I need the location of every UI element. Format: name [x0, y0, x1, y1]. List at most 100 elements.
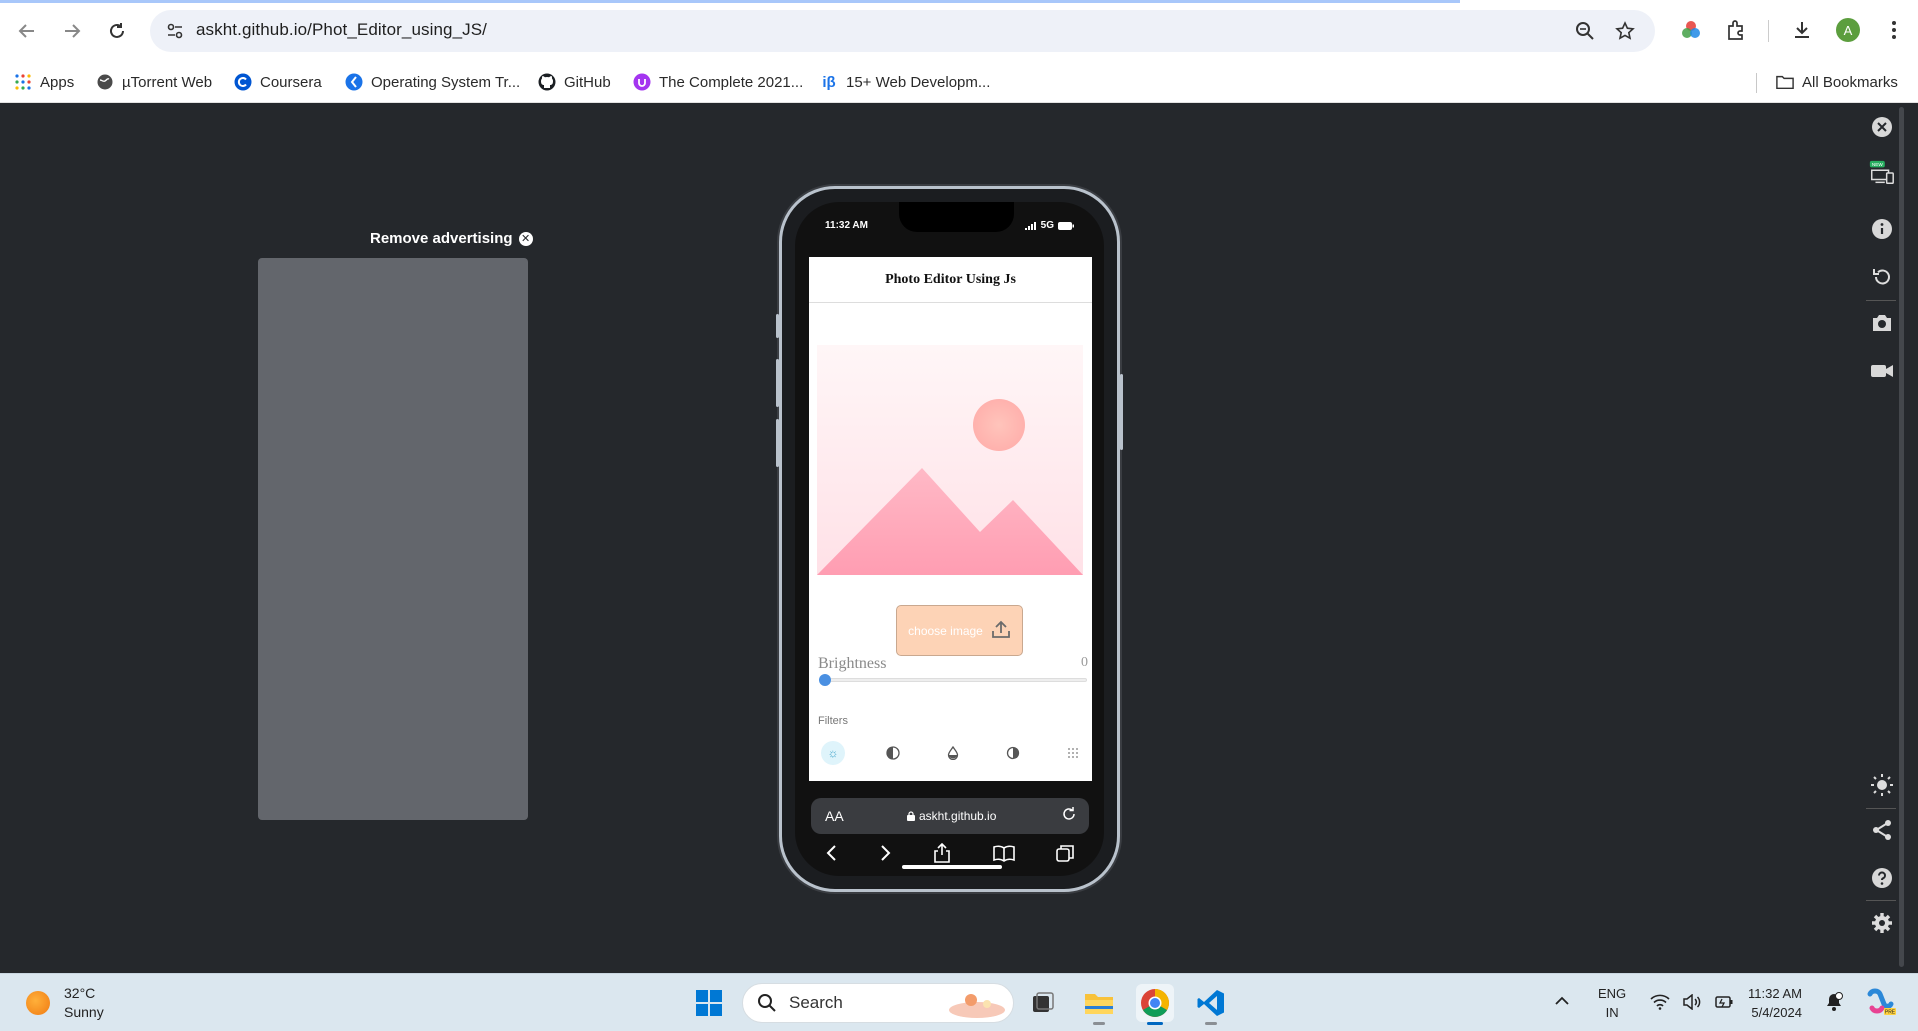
chevron-up-icon [1555, 996, 1569, 1005]
toolbar-divider [1866, 300, 1896, 301]
lock-icon [907, 811, 915, 821]
taskbar-file-explorer[interactable] [1080, 984, 1118, 1025]
back-button[interactable] [10, 14, 44, 48]
notification-bell-icon[interactable] [1824, 992, 1844, 1017]
bookmark-star-icon[interactable] [1613, 19, 1637, 43]
page-scrollbar[interactable] [1899, 107, 1904, 967]
filter-brightness-button[interactable]: ☼ [821, 741, 845, 765]
zoom-icon[interactable] [1573, 19, 1597, 43]
profile-avatar[interactable]: A [1836, 18, 1860, 42]
tabs-icon[interactable] [1056, 844, 1074, 867]
language-label: ENG [1598, 986, 1627, 1001]
reader-mode-button[interactable]: AA [825, 808, 844, 824]
vscode-icon [1197, 990, 1224, 1016]
contrast-icon [886, 746, 900, 760]
running-indicator [1147, 1022, 1163, 1025]
system-tray-icons[interactable] [1650, 994, 1734, 1010]
video-camera-icon[interactable] [1868, 357, 1896, 385]
address-bar[interactable]: askht.github.io/Phot_Editor_using_JS/ [150, 10, 1655, 52]
bookmark-github[interactable]: GitHub [538, 70, 611, 94]
taskbar-chrome[interactable] [1136, 984, 1174, 1025]
clock[interactable]: 11:32 AM 5/4/2024 [1748, 984, 1802, 1022]
download-icon[interactable] [1788, 16, 1816, 44]
safari-forward-icon[interactable] [879, 844, 891, 867]
bookmark-udemy[interactable]: The Complete 2021... [633, 70, 803, 94]
filter-contrast-button[interactable] [881, 741, 905, 765]
show-hidden-icons[interactable] [1554, 992, 1570, 1011]
forward-button[interactable] [55, 14, 89, 48]
brightness-label: Brightness [818, 655, 887, 672]
filter-blur-button[interactable] [1061, 741, 1085, 765]
site-settings-icon[interactable] [166, 22, 184, 45]
bookmark-os[interactable]: Operating System Tr... [345, 70, 520, 94]
running-indicator [1205, 1022, 1217, 1025]
task-view-button[interactable] [1024, 984, 1062, 1022]
brightness-value: 0 [1081, 655, 1088, 670]
reload-button[interactable] [100, 14, 134, 48]
choose-image-button[interactable]: choose image [896, 605, 1023, 656]
bookmark-label: Coursera [260, 73, 322, 91]
bookmark-webdev[interactable]: iβ 15+ Web Developm... [820, 70, 990, 94]
info-icon[interactable] [1868, 215, 1896, 243]
clock-date: 5/4/2024 [1751, 1005, 1802, 1020]
folder-icon [1085, 994, 1113, 1014]
all-bookmarks-label: All Bookmarks [1802, 73, 1898, 91]
close-icon[interactable]: ✕ [518, 231, 533, 246]
phone-notch [899, 202, 1014, 232]
clock-time: 11:32 AM [1748, 986, 1802, 1001]
bookmark-apps[interactable]: Apps [14, 70, 74, 94]
language-indicator[interactable]: ENG IN [1598, 984, 1626, 1022]
device-switch-icon[interactable]: NEW [1868, 159, 1896, 187]
bookmark-label: The Complete 2021... [659, 73, 804, 91]
share-network-icon[interactable] [1868, 816, 1896, 844]
safari-reload-icon[interactable] [1061, 806, 1077, 825]
sunny-weather-icon [26, 991, 50, 1015]
rotate-icon[interactable] [1868, 263, 1896, 291]
udemy-icon [633, 73, 651, 91]
start-button[interactable] [690, 984, 728, 1022]
bookmark-label: µTorrent Web [122, 73, 213, 91]
filter-invert-button[interactable] [1001, 741, 1025, 765]
upload-icon [991, 619, 1011, 642]
phone-mockup: 11:32 AM 5G Photo Editor Using Js choose… [776, 186, 1123, 892]
filter-saturate-button[interactable] [941, 741, 965, 765]
bookmark-utorrent[interactable]: µTorrent Web [96, 70, 212, 94]
page-viewport: Remove advertising ✕ 11:32 AM 5G Photo E… [0, 103, 1918, 973]
extensions-icon[interactable] [1722, 16, 1750, 44]
color-extension-icon[interactable] [1677, 16, 1705, 44]
wifi-icon [1650, 994, 1670, 1010]
status-time: 11:32 AM [825, 220, 868, 231]
volume-icon [1683, 994, 1701, 1010]
bookmarks-bar: Apps µTorrent Web Coursera Operating Sys… [0, 61, 1918, 103]
choose-image-label: choose image [908, 623, 983, 638]
settings-gear-icon[interactable] [1868, 909, 1896, 937]
invert-icon [1006, 746, 1020, 760]
weather-widget[interactable]: 32°C Sunny [26, 984, 104, 1022]
brightness-slider[interactable] [827, 678, 1087, 682]
windows-taskbar: 32°C Sunny Search ENG IN 11:32 AM 5/4/20… [0, 973, 1918, 1031]
svg-text:PRE: PRE [1885, 1010, 1896, 1016]
all-bookmarks[interactable]: All Bookmarks [1776, 70, 1898, 94]
site-icon: iβ [822, 73, 836, 91]
taskbar-search[interactable]: Search [742, 983, 1014, 1023]
share-icon[interactable] [933, 842, 951, 868]
search-icon [757, 993, 777, 1013]
chrome-menu-icon[interactable] [1880, 16, 1908, 44]
url-text[interactable]: askht.github.io/Phot_Editor_using_JS/ [196, 20, 487, 40]
bookmarks-book-icon[interactable] [992, 844, 1015, 867]
filter-options: ☼ [821, 741, 1085, 765]
bookmark-coursera[interactable]: Coursera [234, 70, 322, 94]
browser-toolbar: askht.github.io/Phot_Editor_using_JS/ A [0, 0, 1918, 61]
signal-icon [1024, 221, 1036, 230]
remove-advertising-link[interactable]: Remove advertising ✕ [370, 230, 533, 247]
safari-back-icon[interactable] [826, 844, 838, 867]
battery-icon [1715, 996, 1733, 1008]
brightness-icon[interactable] [1868, 771, 1896, 799]
help-icon[interactable] [1868, 864, 1896, 892]
taskbar-vscode[interactable] [1192, 984, 1230, 1025]
screenshot-camera-icon[interactable] [1868, 309, 1896, 337]
brightness-slider-thumb[interactable] [819, 674, 831, 686]
copilot-icon[interactable]: PRE [1866, 988, 1896, 1021]
safari-address-bar[interactable]: AA askht.github.io [811, 798, 1089, 834]
close-icon[interactable] [1868, 113, 1896, 141]
